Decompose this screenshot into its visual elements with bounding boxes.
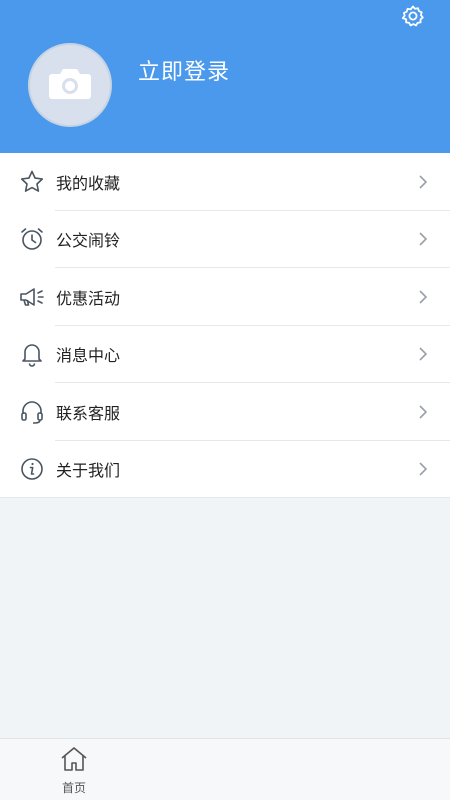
bell-icon xyxy=(18,340,46,368)
chevron-right-icon xyxy=(418,231,430,247)
camera-icon xyxy=(48,65,92,105)
chevron-right-icon xyxy=(418,404,430,420)
chevron-right-icon xyxy=(418,174,430,190)
gear-icon xyxy=(401,4,425,32)
menu-item-promotions[interactable]: 优惠活动 xyxy=(0,268,450,326)
menu-item-customer-service[interactable]: 联系客服 xyxy=(0,383,450,441)
profile-header: 立即登录 xyxy=(0,0,450,153)
menu-item-about[interactable]: 关于我们 xyxy=(0,441,450,499)
alarm-clock-icon xyxy=(18,225,46,253)
menu-item-bus-alarm[interactable]: 公交闹铃 xyxy=(0,211,450,269)
tab-home-label: 首页 xyxy=(61,781,86,795)
tab-home[interactable]: 首页 xyxy=(48,745,100,797)
settings-button[interactable] xyxy=(400,5,426,31)
chevron-right-icon xyxy=(418,346,430,362)
menu-item-favorites[interactable]: 我的收藏 xyxy=(0,153,450,211)
chevron-right-icon xyxy=(418,289,430,305)
menu-item-label: 消息中心 xyxy=(56,346,121,366)
home-icon xyxy=(59,745,89,777)
bottom-tab-bar: 首页 xyxy=(0,738,450,800)
menu-item-label: 公交闹铃 xyxy=(56,231,121,251)
menu-item-label: 我的收藏 xyxy=(56,173,121,193)
megaphone-icon xyxy=(18,283,46,311)
menu-list: 我的收藏 公交闹铃 优惠活动 消息中心 联系客服 关于我们 xyxy=(0,153,450,498)
star-icon xyxy=(18,168,46,196)
menu-item-label: 关于我们 xyxy=(56,461,121,481)
avatar[interactable] xyxy=(28,43,112,127)
info-icon xyxy=(18,455,46,483)
menu-item-label: 优惠活动 xyxy=(56,288,121,308)
menu-item-messages[interactable]: 消息中心 xyxy=(0,326,450,384)
headset-icon xyxy=(18,398,46,426)
menu-item-label: 联系客服 xyxy=(56,403,121,423)
login-link[interactable]: 立即登录 xyxy=(138,54,230,86)
chevron-right-icon xyxy=(418,461,430,477)
